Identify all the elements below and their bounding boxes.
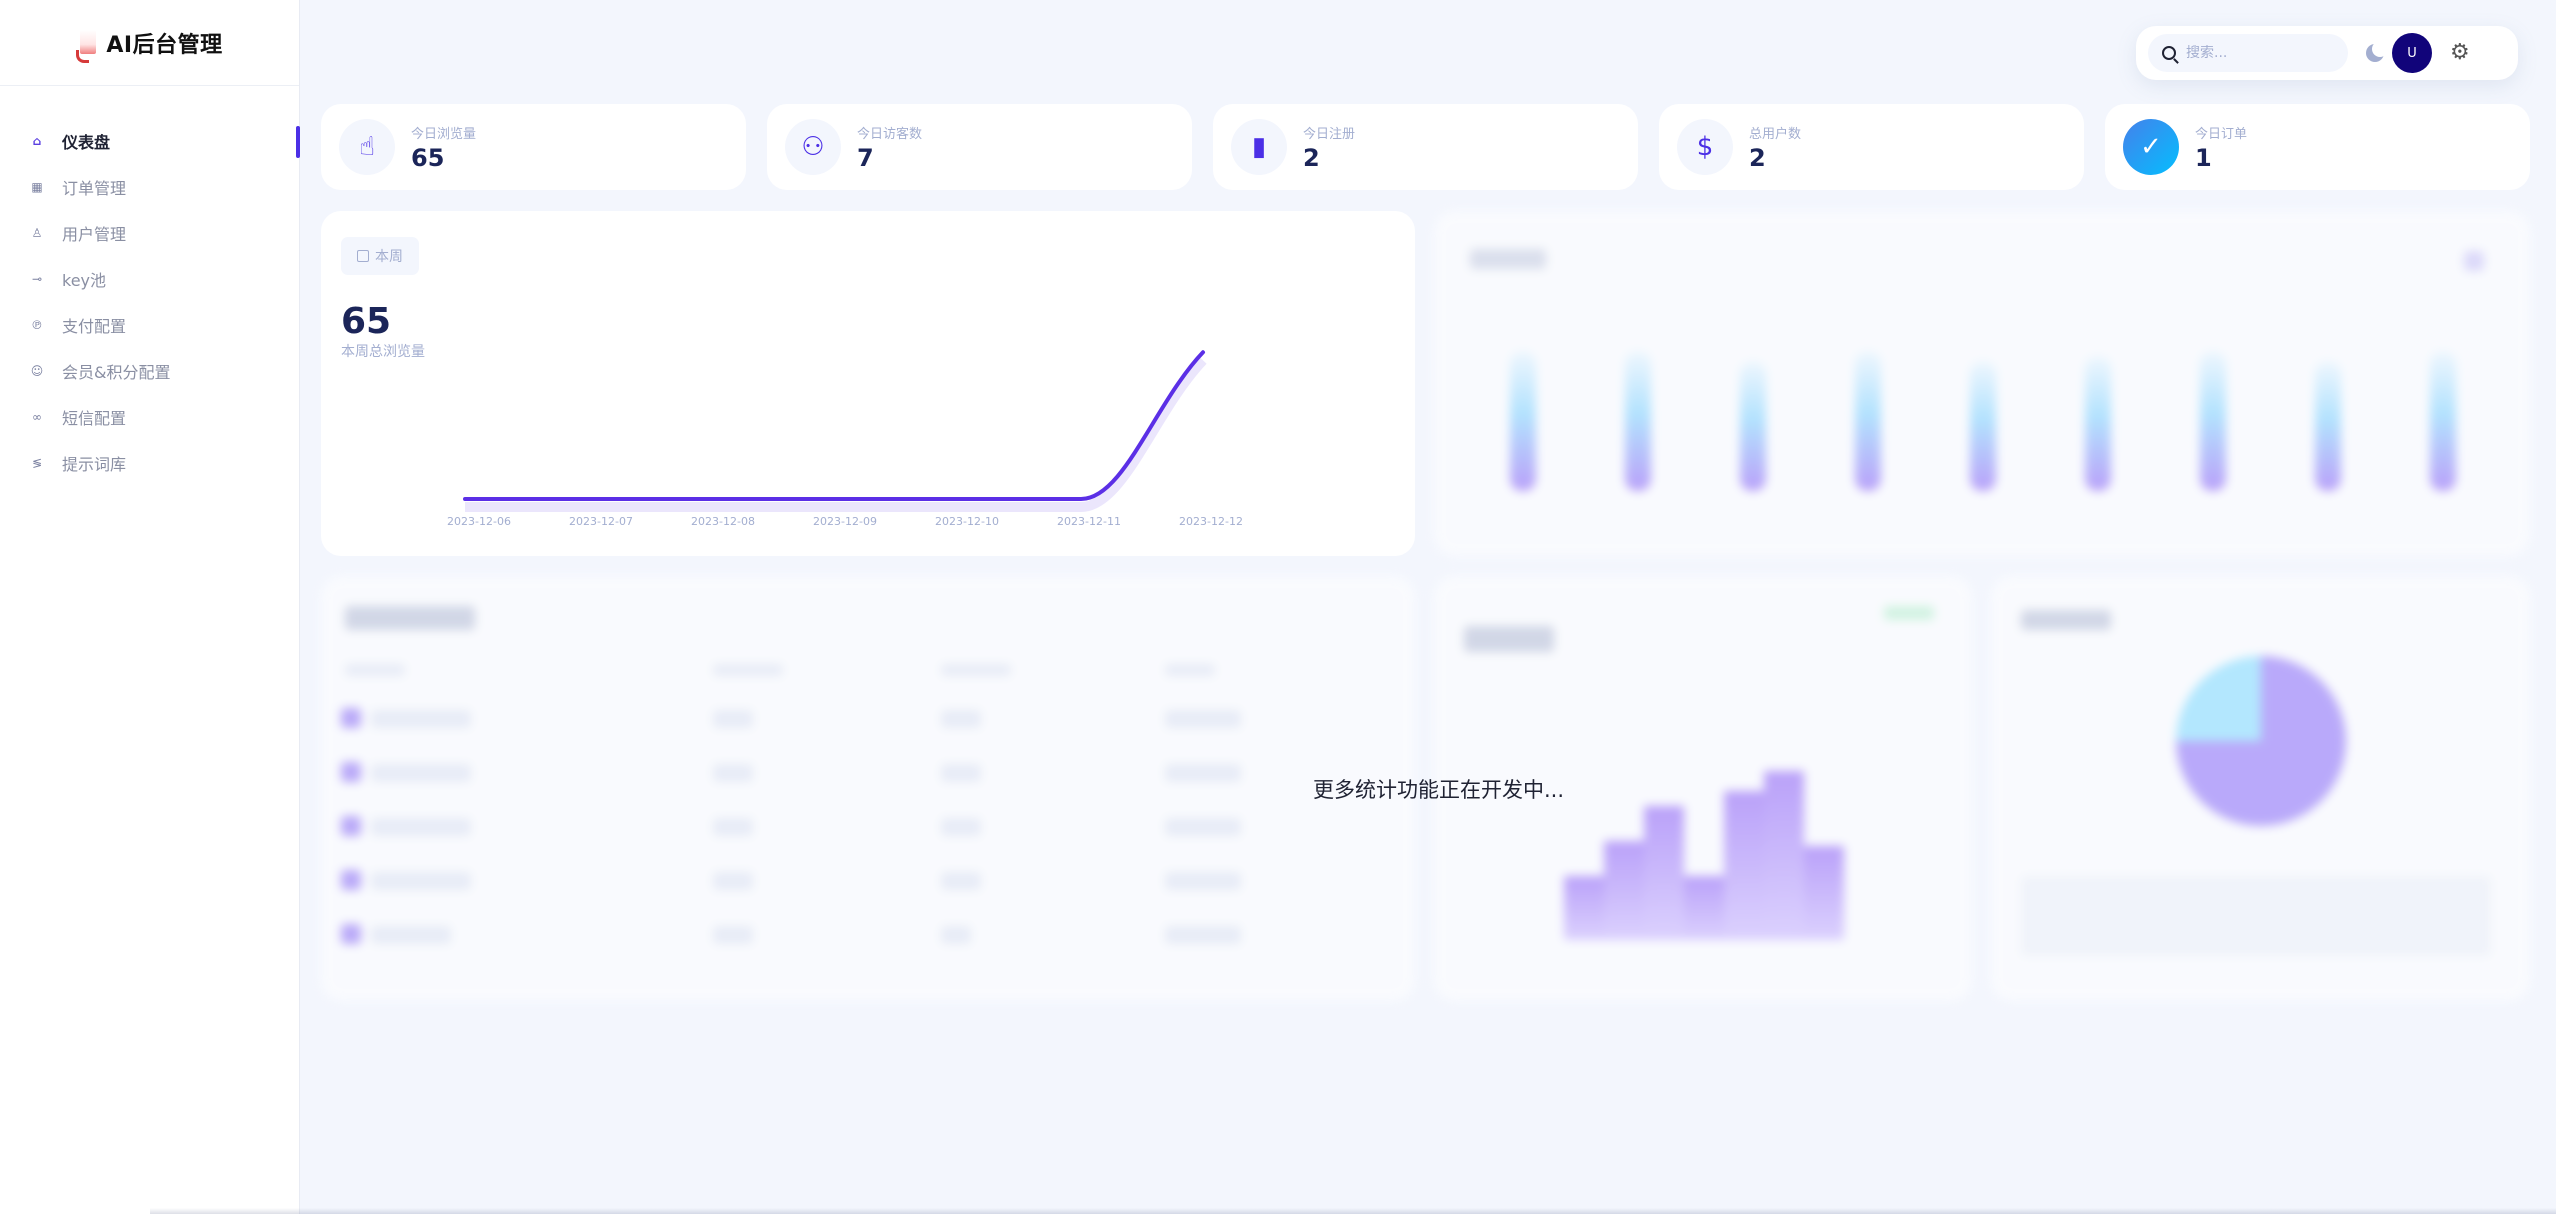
brand[interactable]: AI后台管理 <box>0 0 299 86</box>
placeholder-pie-chart-card <box>1991 576 2530 1001</box>
stat-value: 65 <box>411 143 445 172</box>
chart-x-tick-label: 2023-12-11 <box>1057 515 1121 528</box>
sidebar-item-label: 仪表盘 <box>62 133 111 152</box>
sidebar-item-sms[interactable]: ∞ 短信配置 <box>0 394 299 440</box>
bar-chart-icon: ▮ <box>1231 119 1287 175</box>
stat-value: 2 <box>1303 143 1320 172</box>
prompt-icon: ≶ <box>31 456 43 470</box>
chart-x-tick-label: 2023-12-09 <box>813 515 877 528</box>
member-icon: ☺ <box>30 364 44 378</box>
sidebar-item-label: key池 <box>62 271 107 290</box>
chart-x-tick-label: 2023-12-07 <box>569 515 633 528</box>
chart-series-line <box>463 350 1205 501</box>
stat-card-visitors: ⚇ 今日访客数 7 <box>767 104 1192 190</box>
sidebar-item-payment[interactable]: ℗ 支付配置 <box>0 302 299 348</box>
sidebar-item-dashboard[interactable]: ⌂ 仪表盘 <box>0 118 300 164</box>
stat-value: 1 <box>2195 143 2212 172</box>
brand-title: AI后台管理 <box>106 32 223 58</box>
search-input[interactable] <box>2186 45 2336 61</box>
stat-label: 总用户数 <box>1749 126 1802 142</box>
payment-icon: ℗ <box>31 318 43 332</box>
sidebar-item-label: 订单管理 <box>62 179 127 198</box>
search-box[interactable] <box>2148 34 2348 72</box>
logo-icon <box>76 26 102 63</box>
weekly-views-card: 本周 65 本周总浏览量 2023-12-06 2023-12-07 2023-12… <box>321 211 1415 556</box>
sidebar-item-label: 支付配置 <box>62 317 127 336</box>
home-icon: ⌂ <box>32 134 42 148</box>
sidebar-nav: ⌂ 仪表盘 ▦ 订单管理 ♙ 用户管理 ⊸ key池 ℗ 支付配置 ☺ 会员&积… <box>0 86 300 486</box>
footer-shadow <box>150 1208 2556 1214</box>
placeholder-table-card <box>321 576 1415 1001</box>
sidebar-item-label: 会员&积分配置 <box>62 363 171 382</box>
stat-label: 今日访客数 <box>857 126 923 142</box>
stat-card-orders: ✓ 今日订单 1 <box>2105 104 2530 190</box>
under-development-message: 更多统计功能正在开发中... <box>1313 778 1565 802</box>
stat-value: 7 <box>857 143 874 172</box>
sidebar-item-member[interactable]: ☺ 会员&积分配置 <box>0 348 299 394</box>
stat-label: 今日浏览量 <box>411 126 477 142</box>
sms-icon: ∞ <box>32 410 42 424</box>
sidebar-item-label: 用户管理 <box>62 225 127 244</box>
stat-label: 今日注册 <box>1303 126 1356 142</box>
search-icon <box>2162 46 2176 60</box>
moon-icon[interactable] <box>2366 41 2388 62</box>
gear-icon[interactable]: ⚙ <box>2450 42 2470 64</box>
chart-line-shadow <box>465 356 1207 512</box>
user-icon: ♙ <box>31 226 43 240</box>
stat-label: 今日订单 <box>2195 126 2248 142</box>
chart-x-tick-label: 2023-12-10 <box>935 515 999 528</box>
check-plus-icon: ✓ <box>2123 119 2179 175</box>
stat-card-total-users: $ 总用户数 2 <box>1659 104 2084 190</box>
stat-card-registrations: ▮ 今日注册 2 <box>1213 104 1638 190</box>
stat-value: 2 <box>1749 143 1766 172</box>
sidebar-item-key-pool[interactable]: ⊸ key池 <box>0 256 299 302</box>
chart-x-tick-label: 2023-12-08 <box>691 515 755 528</box>
sidebar: AI后台管理 ⌂ 仪表盘 ▦ 订单管理 ♙ 用户管理 ⊸ key池 ℗ 支付配置… <box>0 0 300 1214</box>
sidebar-item-label: 短信配置 <box>62 409 127 428</box>
topbar: U ⚙ <box>2136 26 2518 80</box>
stat-card-views: ☝ 今日浏览量 65 <box>321 104 746 190</box>
sidebar-item-label: 提示词库 <box>62 455 127 474</box>
sidebar-item-users[interactable]: ♙ 用户管理 <box>0 210 299 256</box>
people-icon: ⚇ <box>785 119 841 175</box>
grid-icon: ▦ <box>31 180 43 194</box>
avatar[interactable]: U <box>2392 33 2432 73</box>
chart-x-tick-label: 2023-12-06 <box>447 515 511 528</box>
sidebar-item-orders[interactable]: ▦ 订单管理 <box>0 164 299 210</box>
placeholder-bar-chart-card <box>1434 211 2530 556</box>
weekly-line-chart: 2023-12-06 2023-12-07 2023-12-08 2023-12-09… <box>447 350 1243 528</box>
sidebar-item-prompts[interactable]: ≶ 提示词库 <box>0 440 299 486</box>
dollar-icon: $ <box>1677 119 1733 175</box>
chart-x-tick-label: 2023-12-12 <box>1179 515 1243 528</box>
key-icon: ⊸ <box>31 272 43 286</box>
hand-pointer-icon: ☝ <box>339 119 395 175</box>
